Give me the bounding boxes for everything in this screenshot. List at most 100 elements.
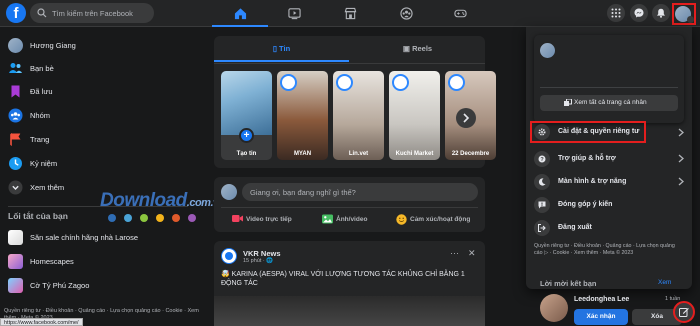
- stories-next-button[interactable]: [456, 108, 476, 128]
- menu-item-help-support[interactable]: ? Trợ giúp & hỗ trợ: [530, 148, 688, 170]
- account-button[interactable]: [672, 3, 696, 25]
- shortcut-item[interactable]: Homescapes: [8, 254, 198, 270]
- watch-icon: [288, 8, 301, 20]
- menu-item-display-accessibility[interactable]: Màn hình & trợ năng: [530, 171, 688, 193]
- composer-input[interactable]: Giang ơi, bạn đang nghĩ gì thế?: [242, 183, 478, 201]
- shortcut-item[interactable]: Cờ Tỷ Phú Zagoo: [8, 278, 198, 294]
- plus-icon: +: [239, 128, 254, 143]
- tab-stories[interactable]: ▯ Tin: [214, 36, 349, 62]
- tab-label: Reels: [412, 44, 433, 53]
- post-timestamp[interactable]: 15 phút · 🌐: [243, 258, 273, 264]
- compose-icon: [679, 308, 689, 317]
- live-video-button[interactable]: Video trực tiếp: [232, 213, 312, 227]
- story-item[interactable]: Kuchi Market: [389, 71, 440, 160]
- friend-requests-title: Lời mời kết bạn: [540, 279, 597, 288]
- story-item[interactable]: Lin.vet: [333, 71, 384, 160]
- avatar[interactable]: [540, 43, 555, 58]
- sidebar-item-memories[interactable]: Kỷ niệm: [8, 156, 198, 172]
- avatar: [280, 74, 297, 91]
- nav-tab-watch[interactable]: [266, 0, 322, 27]
- sidebar-item-label: Trang: [30, 135, 50, 144]
- friend-request-name[interactable]: Leedonghea Lee: [574, 296, 629, 303]
- watermark-dots: [108, 214, 204, 224]
- post-author[interactable]: VKR News: [243, 249, 281, 258]
- divider: [221, 207, 478, 208]
- see-all-profiles-button[interactable]: Xem tất cả trang cá nhân: [540, 95, 678, 111]
- menu-item-settings-privacy[interactable]: Cài đặt & quyền riêng tư: [530, 121, 646, 143]
- page-avatar[interactable]: [221, 248, 237, 264]
- avatar: [221, 184, 237, 200]
- create-story-card[interactable]: + Tạo tin: [221, 71, 272, 160]
- live-video-icon: [232, 215, 243, 222]
- close-icon[interactable]: ✕: [468, 248, 476, 259]
- story-name: Kuchi Market: [395, 151, 434, 157]
- messenger-button[interactable]: [630, 4, 648, 22]
- menu-grid-button[interactable]: [607, 4, 625, 22]
- feeling-activity-button[interactable]: Cảm xúc/hoạt động: [396, 213, 484, 227]
- chevron-down-icon: [8, 180, 23, 195]
- menu-grid-icon: [611, 8, 621, 18]
- sidebar-item-label: Xem thêm: [30, 183, 65, 192]
- reels-icon: ▣: [402, 44, 413, 53]
- story-name: MYAN: [293, 151, 312, 157]
- shortcut-item[interactable]: Săn sale chính hãng nhà Larose: [8, 230, 198, 246]
- new-message-button[interactable]: [673, 301, 695, 323]
- menu-item-label: Đóng góp ý kiến: [558, 201, 613, 208]
- more-options-icon[interactable]: ···: [450, 248, 459, 258]
- nav-tab-groups[interactable]: [378, 0, 434, 27]
- chevron-right-icon: [678, 154, 684, 163]
- avatar: [392, 74, 409, 91]
- menu-item-feedback[interactable]: Đóng góp ý kiến: [530, 194, 688, 216]
- sidebar-item-profile[interactable]: Hương Giang: [8, 38, 198, 54]
- facebook-logo[interactable]: f: [6, 3, 26, 23]
- nav-tab-home[interactable]: [212, 0, 268, 27]
- sidebar-item-groups[interactable]: Nhóm: [8, 108, 198, 124]
- smiley-icon: [396, 214, 407, 225]
- watermark-logo: Download.com.vn: [100, 190, 225, 212]
- pages-icon: [10, 133, 21, 146]
- menu-item-label: Màn hình & trợ năng: [558, 178, 627, 185]
- sidebar-item-saved[interactable]: Đã lưu: [8, 84, 198, 100]
- nav-tab-marketplace[interactable]: [322, 0, 378, 27]
- action-label: Video trực tiếp: [246, 216, 292, 223]
- notifications-icon: [657, 8, 665, 18]
- friend-requests-see-all[interactable]: Xem: [658, 279, 671, 286]
- logout-icon: [534, 220, 550, 236]
- photo-video-button[interactable]: Ảnh/video: [322, 213, 388, 227]
- shortcut-thumbnail: [8, 230, 23, 245]
- sidebar-item-label: Đã lưu: [30, 87, 53, 96]
- sidebar-item-friends[interactable]: Bạn bè: [8, 61, 198, 77]
- photo-icon: [322, 214, 333, 224]
- avatar: [8, 38, 23, 53]
- gear-icon: [534, 124, 550, 140]
- account-menu: Xem tất cả trang cá nhân Cài đặt & quyền…: [526, 27, 692, 289]
- marketplace-icon: [344, 7, 357, 20]
- post-composer: Giang ơi, bạn đang nghĩ gì thế? Video tr…: [214, 177, 485, 232]
- sidebar-item-pages[interactable]: Trang: [8, 132, 198, 148]
- composer-placeholder: Giang ơi, bạn đang nghĩ gì thế?: [250, 188, 356, 197]
- stories-card: ▯ Tin ▣ Reels + Tạo tin MYAN Lin.vet Kuc…: [214, 36, 496, 168]
- avatar[interactable]: [540, 294, 568, 322]
- see-all-profiles-label: Xem tất cả trang cá nhân: [574, 99, 647, 106]
- menu-item-label: Cài đặt & quyền riêng tư: [558, 128, 640, 135]
- confirm-button[interactable]: Xác nhận: [574, 309, 628, 325]
- story-item[interactable]: MYAN: [277, 71, 328, 160]
- help-icon: ?: [534, 151, 550, 167]
- home-icon: [234, 8, 247, 20]
- post-image[interactable]: [214, 296, 485, 326]
- shortcut-thumbnail: [8, 254, 23, 269]
- status-url: https://www.facebook.com/me/: [0, 318, 83, 326]
- memories-icon: [9, 157, 22, 170]
- shortcut-label: Homescapes: [30, 257, 74, 266]
- menu-item-label: Đăng xuất: [558, 224, 592, 231]
- menu-item-logout[interactable]: Đăng xuất: [530, 217, 688, 239]
- tab-reels[interactable]: ▣ Reels: [350, 36, 485, 62]
- divider: [540, 87, 678, 88]
- menu-item-label: Trợ giúp & hỗ trợ: [558, 155, 616, 162]
- notifications-button[interactable]: [652, 4, 670, 22]
- nav-tab-gaming[interactable]: [432, 0, 488, 27]
- sidebar-item-label: Hương Giang: [30, 41, 76, 50]
- menu-footer-links[interactable]: Quyền riêng tư · Điều khoản · Quảng cáo …: [534, 243, 684, 257]
- search-box[interactable]: Tìm kiếm trên Facebook: [30, 3, 154, 23]
- shortcut-label: Săn sale chính hãng nhà Larose: [30, 233, 138, 242]
